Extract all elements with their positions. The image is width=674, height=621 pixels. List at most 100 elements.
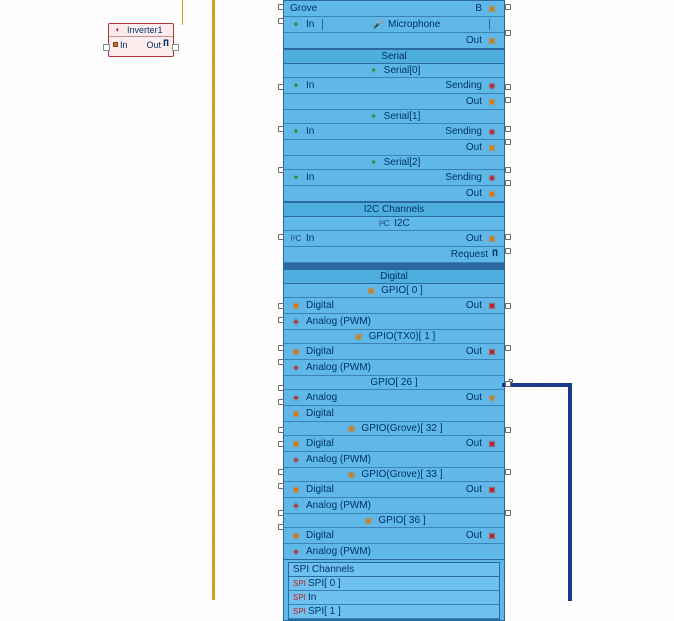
connector[interactable] [278, 4, 284, 10]
gpio-icon: ▣ [345, 470, 357, 480]
i2c-icon: I²C [378, 219, 390, 229]
node-inverter[interactable]: ◐ Inverter1 In OutΠ [108, 23, 174, 57]
out-icon: ▣ [486, 531, 498, 541]
analog-icon: ◈ [290, 501, 302, 511]
connector[interactable] [278, 359, 284, 365]
pin-icon [113, 42, 118, 47]
out-icon: ▣ [486, 347, 498, 357]
gpio32-name: GPIO(Grove)[ 32 ] [361, 423, 442, 434]
connector[interactable] [505, 510, 511, 516]
analog-icon: ◈ [290, 317, 302, 327]
microphone-icon: 🎤 [372, 20, 384, 30]
connector[interactable] [278, 399, 284, 405]
connector[interactable] [505, 4, 511, 10]
connector[interactable] [505, 303, 511, 309]
connector[interactable] [278, 234, 284, 240]
serial0-out: Out [466, 96, 482, 107]
serial1-sending: Sending [445, 126, 482, 137]
gpio26-name: GPIO[ 26 ] [370, 377, 417, 388]
device-panel[interactable]: Grove B▣ ✦In 🎤 Microphone Out▣ Serial ✶S… [283, 0, 505, 621]
gpio33-name: GPIO(Grove)[ 33 ] [361, 469, 442, 480]
digital-icon: ▣ [290, 439, 302, 449]
connector[interactable] [278, 345, 284, 351]
gpio1-name: GPIO(TX0)[ 1 ] [369, 331, 436, 342]
spi-icon: SPI [293, 579, 305, 589]
gpio-icon: ▣ [362, 516, 374, 526]
connector[interactable] [505, 97, 511, 103]
grove-b-label: B [475, 3, 482, 14]
connector[interactable] [505, 126, 511, 132]
connector[interactable] [505, 427, 511, 433]
serial1-in: In [306, 126, 314, 137]
digital-icon: ▣ [290, 301, 302, 311]
connector[interactable] [505, 248, 511, 254]
serial0-sending: Sending [445, 80, 482, 91]
serial2-name: Serial[2] [384, 157, 421, 168]
connector[interactable] [505, 139, 511, 145]
inverter-connector-in[interactable] [103, 44, 110, 51]
serial2-out: Out [466, 188, 482, 199]
gpio32-out: Out [466, 438, 482, 449]
connector[interactable] [278, 483, 284, 489]
connector[interactable] [278, 510, 284, 516]
section-grove: Grove B▣ ✦In 🎤 Microphone Out▣ [284, 1, 504, 49]
out-icon: ▣ [486, 301, 498, 311]
connector-gpio26-out[interactable] [505, 381, 511, 387]
gpio36-digital: Digital [306, 530, 334, 541]
connector[interactable] [278, 524, 284, 530]
spi0-name: SPI[ 0 ] [308, 578, 341, 589]
connector[interactable] [505, 180, 511, 186]
connector[interactable] [505, 469, 511, 475]
connector[interactable] [278, 441, 284, 447]
serial-icon: ✶ [368, 112, 380, 122]
gpio-icon: ▣ [365, 286, 377, 296]
connector[interactable] [278, 303, 284, 309]
connector[interactable] [278, 84, 284, 90]
in-icon: ✦ [290, 20, 302, 30]
digital-icon: ▣ [290, 409, 302, 419]
spi1-name: SPI[ 1 ] [308, 606, 341, 617]
gpio0-name: GPIO[ 0 ] [381, 285, 423, 296]
serial1-name: Serial[1] [384, 111, 421, 122]
serial2-sending: Sending [445, 172, 482, 183]
spi-title: SPI Channels [289, 563, 499, 577]
digital-icon: ▣ [290, 485, 302, 495]
grove-in-label: In [306, 19, 314, 30]
i2c-title: I2C Channels [284, 202, 504, 217]
connector[interactable] [505, 30, 511, 36]
inverter-connector-out[interactable] [172, 44, 179, 51]
out-icon: ▣ [486, 189, 498, 199]
connector[interactable] [505, 167, 511, 173]
gpio36-out: Out [466, 530, 482, 541]
connector[interactable] [278, 385, 284, 391]
gpio0-analog: Analog (PWM) [306, 316, 371, 327]
separator [284, 263, 504, 268]
connector[interactable] [278, 167, 284, 173]
grove-title: Grove [290, 3, 317, 14]
analog-icon: ◈ [290, 393, 302, 403]
connector[interactable] [505, 234, 511, 240]
wire-orange-main [212, 0, 215, 600]
section-serial: Serial ✶Serial[0] ✦In Sending◉ Out▣ ✶Ser… [284, 49, 504, 202]
gpio0-digital: Digital [306, 300, 334, 311]
connector[interactable] [278, 469, 284, 475]
gpio32-analog: Analog (PWM) [306, 454, 371, 465]
connector[interactable] [278, 18, 284, 24]
i2c-in: In [306, 233, 314, 244]
wire-blue-vertical [568, 383, 572, 601]
connector[interactable] [278, 126, 284, 132]
digital-title: Digital [284, 269, 504, 284]
gpio36-analog: Analog (PWM) [306, 546, 371, 557]
gpio1-analog: Analog (PWM) [306, 362, 371, 373]
i2c-out: Out [466, 233, 482, 244]
connector[interactable] [505, 345, 511, 351]
digital-icon: ▣ [290, 347, 302, 357]
connector[interactable] [278, 427, 284, 433]
connector[interactable] [278, 317, 284, 323]
gpio26-out: Out [466, 392, 482, 403]
connector[interactable] [505, 84, 511, 90]
out-icon: ▣ [486, 485, 498, 495]
inverter-out-label: Out [146, 40, 161, 50]
analog-icon: ◈ [290, 547, 302, 557]
section-digital: Digital ▣ GPIO[ 0 ] ▣ Digital Out ▣ ◈ Analog… [284, 269, 504, 560]
